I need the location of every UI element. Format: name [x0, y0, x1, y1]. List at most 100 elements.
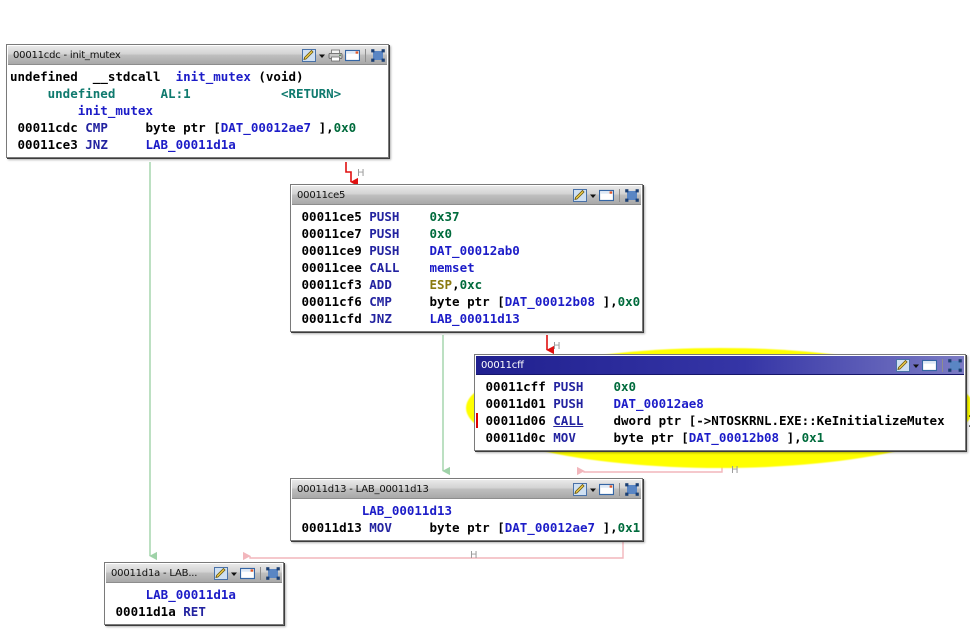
token: DAT_00012ab0	[429, 243, 520, 258]
token: byte ptr [	[391, 520, 505, 535]
token: DAT_00012ae8	[613, 396, 704, 411]
label-line[interactable]: LAB_00011d13	[294, 502, 637, 519]
label-line[interactable]: init_mutex	[10, 102, 383, 119]
token: AL:1	[160, 86, 191, 101]
fit-to-window-icon[interactable]	[948, 358, 962, 372]
graph-block-00011cff[interactable]: 00011cff 00011cff PUSH 0x0 00011d01 PUSH…	[474, 354, 970, 451]
token: undefined	[10, 86, 161, 101]
instruction-00011d1a[interactable]: 00011d1a RET	[108, 603, 278, 620]
token: RET	[183, 604, 206, 619]
token: 00011cf6	[294, 294, 370, 309]
graph-block-00011cdc[interactable]: 00011cdc - init_mutex undefined __stdcal…	[6, 44, 389, 158]
token: DAT_00012ae7	[220, 120, 312, 135]
token: CALL	[553, 413, 584, 428]
window-icon[interactable]	[240, 567, 255, 580]
token: 00011ce3	[10, 137, 86, 152]
instruction-00011cf6[interactable]: 00011cf6 CMP byte ptr [DAT_00012b08 ],0x…	[294, 293, 641, 310]
instruction-00011ce7[interactable]: 00011ce7 PUSH 0x0	[294, 225, 637, 242]
instruction-00011d01[interactable]: 00011d01 PUSH DAT_00012ae8	[478, 395, 960, 412]
label-line[interactable]: LAB_00011d1a	[108, 586, 278, 603]
token: LAB_00011d1a	[145, 137, 236, 152]
token: 00011cdc	[10, 120, 86, 135]
graph-canvas[interactable]: 00011cdc - init_mutex undefined __stdcal…	[0, 0, 970, 643]
instruction-00011ce3[interactable]: 00011ce3 JNZ LAB_00011d1a	[10, 136, 383, 153]
edge-marker-ce5-cff: H	[553, 341, 561, 352]
instruction-00011d13[interactable]: 00011d13 MOV byte ptr [DAT_00012ae7 ],0x…	[294, 519, 641, 536]
token: 0x37	[429, 209, 460, 224]
token: 00011ce9	[294, 243, 370, 258]
block-listing[interactable]: 00011ce5 PUSH 0x37 00011ce7 PUSH 0x0 000…	[292, 205, 641, 330]
return-line[interactable]: undefined AL:1 <RETURN>	[10, 85, 383, 102]
block-titlebar[interactable]: 00011cff	[476, 356, 964, 375]
graph-block-00011d13[interactable]: 00011d13 - LAB_00011d13 LAB_00011d13 000…	[290, 478, 643, 541]
block-title: 00011ce5	[297, 189, 346, 201]
instruction-00011cee[interactable]: 00011cee CALL memset	[294, 259, 637, 276]
chevron-down-icon[interactable]	[230, 567, 238, 580]
pencil-edit-icon[interactable]	[302, 48, 316, 62]
instruction-00011d0c[interactable]: 00011d0c MOV byte ptr [DAT_00012b08 ],0x…	[478, 429, 960, 446]
token: 00011cff	[478, 379, 554, 394]
signature-line[interactable]: undefined __stdcall init_mutex (void)	[10, 68, 383, 85]
token: 00011d01	[478, 396, 554, 411]
block-titlebar[interactable]: 00011d1a - LAB...	[106, 564, 282, 583]
token: ,	[452, 277, 460, 292]
token: 00011cee	[294, 260, 370, 275]
pencil-edit-icon[interactable]	[896, 358, 910, 372]
pencil-edit-icon[interactable]	[573, 188, 587, 202]
instruction-00011d06[interactable]: 00011d06 CALL dword ptr [->NTOSKRNL.EXE:…	[476, 412, 970, 429]
token: PUSH	[369, 226, 400, 241]
token: (void)	[250, 69, 304, 84]
instruction-00011ce9[interactable]: 00011ce9 PUSH DAT_00012ab0	[294, 242, 637, 259]
pencil-edit-icon[interactable]	[573, 482, 587, 496]
pencil-edit-icon[interactable]	[214, 566, 228, 580]
chevron-down-icon[interactable]	[318, 49, 326, 62]
block-titlebar[interactable]: 00011d13 - LAB_00011d13	[292, 480, 641, 499]
block-listing[interactable]: LAB_00011d13 00011d13 MOV byte ptr [DAT_…	[292, 499, 641, 539]
window-icon[interactable]	[599, 189, 614, 202]
window-icon[interactable]	[599, 483, 614, 496]
fit-to-window-icon[interactable]	[625, 188, 639, 202]
token: DAT_00012ae7	[504, 520, 596, 535]
fit-to-window-icon[interactable]	[371, 48, 385, 62]
token: CALL	[369, 260, 400, 275]
token: DAT_00012b08	[688, 430, 780, 445]
fit-to-window-icon[interactable]	[266, 566, 280, 580]
instruction-00011cdc[interactable]: 00011cdc CMP byte ptr [DAT_00012ae7 ],0x…	[10, 119, 383, 136]
block-listing[interactable]: undefined __stdcall init_mutex (void) un…	[8, 65, 387, 156]
instruction-00011cff[interactable]: 00011cff PUSH 0x0	[478, 378, 960, 395]
instruction-00011ce5[interactable]: 00011ce5 PUSH 0x37	[294, 208, 637, 225]
token: PUSH	[369, 243, 400, 258]
block-listing[interactable]: 00011cff PUSH 0x0 00011d01 PUSH DAT_0001…	[476, 375, 970, 449]
graph-block-00011d1a[interactable]: 00011d1a - LAB... LAB_00011d1a 00011d1a …	[104, 562, 284, 625]
token: ],	[595, 520, 618, 535]
titlebar-divider	[619, 482, 620, 496]
instruction-00011cf3[interactable]: 00011cf3 ADD ESP,0xc	[294, 276, 637, 293]
chevron-down-icon[interactable]	[589, 189, 597, 202]
block-listing[interactable]: LAB_00011d1a 00011d1a RET	[106, 583, 282, 623]
window-icon[interactable]	[922, 359, 937, 372]
graph-block-00011ce5[interactable]: 00011ce5 00011ce5 PUSH 0x37 00011ce7 PUS…	[290, 184, 643, 332]
instruction-00011cfd[interactable]: 00011cfd JNZ LAB_00011d13	[294, 310, 637, 327]
block-titlebar[interactable]: 00011ce5	[292, 186, 641, 205]
chevron-down-icon[interactable]	[589, 483, 597, 496]
token: 0x0	[617, 294, 641, 309]
token: 00011d0c	[478, 430, 554, 445]
token: LAB_00011d1a	[108, 587, 236, 602]
fit-to-window-icon[interactable]	[625, 482, 639, 496]
token: DAT_00012b08	[504, 294, 596, 309]
token: JNZ	[85, 137, 108, 152]
window-icon[interactable]	[345, 49, 360, 62]
token: CMP	[85, 120, 108, 135]
chevron-down-icon[interactable]	[912, 359, 920, 372]
token: 00011d1a	[108, 604, 184, 619]
titlebar-icons	[302, 48, 385, 62]
edge-d13-to-d1a	[243, 540, 624, 561]
block-titlebar[interactable]: 00011cdc - init_mutex	[8, 46, 387, 65]
printer-snapshot-icon[interactable]	[328, 49, 343, 62]
token: PUSH	[553, 379, 584, 394]
